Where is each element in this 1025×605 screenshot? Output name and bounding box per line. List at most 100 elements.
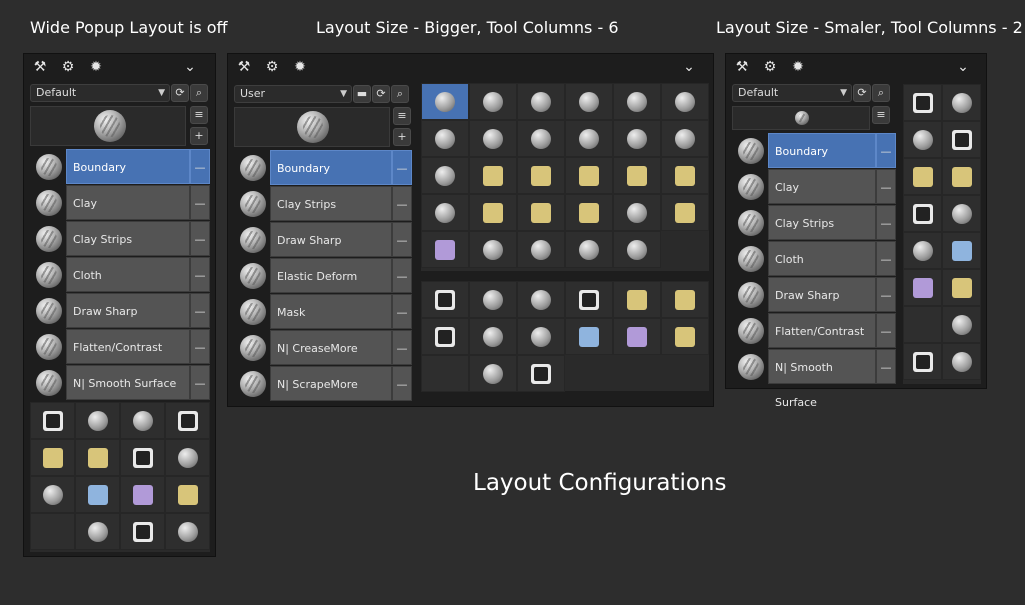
remove-brush-button[interactable]: —: [392, 222, 412, 257]
tool-cell[interactable]: [661, 157, 709, 194]
tool-cell[interactable]: [613, 120, 661, 157]
tool-cell[interactable]: [75, 476, 120, 513]
tool-cell[interactable]: [942, 269, 981, 306]
tool-settings-icon[interactable]: ⚒: [734, 59, 750, 75]
tool-cell[interactable]: [421, 231, 469, 268]
tool-cell[interactable]: [565, 120, 613, 157]
tool-cell[interactable]: [120, 439, 165, 476]
tool-cell[interactable]: [469, 231, 517, 268]
brush-item[interactable]: Cloth —: [30, 257, 210, 292]
remove-brush-button[interactable]: —: [876, 205, 896, 240]
search-button[interactable]: ⌕: [872, 84, 890, 102]
chevron-down-icon[interactable]: ⌄: [182, 59, 198, 75]
add-brush-button[interactable]: +: [393, 128, 411, 146]
tool-cell[interactable]: [75, 513, 120, 550]
tool-cell[interactable]: [469, 281, 517, 318]
brush-item[interactable]: Draw Sharp —: [732, 277, 896, 312]
remove-brush-button[interactable]: —: [392, 330, 412, 365]
search-button[interactable]: ⌕: [391, 85, 409, 103]
tool-cell[interactable]: [421, 83, 469, 120]
brush-item[interactable]: Clay Strips —: [234, 186, 412, 221]
tool-cell[interactable]: [421, 120, 469, 157]
refresh-button[interactable]: ⟳: [171, 84, 189, 102]
tool-cell[interactable]: [517, 281, 565, 318]
tool-cell[interactable]: [613, 194, 661, 231]
tool-cell[interactable]: [942, 195, 981, 232]
tool-settings-icon[interactable]: ⚒: [236, 59, 252, 75]
tool-cell[interactable]: [517, 231, 565, 268]
remove-brush-button[interactable]: —: [190, 221, 210, 256]
tool-cell[interactable]: [469, 318, 517, 355]
brush-item[interactable]: Clay Strips —: [30, 221, 210, 256]
tool-cell[interactable]: [942, 84, 981, 121]
remove-brush-button[interactable]: —: [392, 150, 412, 185]
brush-item[interactable]: Flatten/Contrast —: [30, 329, 210, 364]
brush-item[interactable]: Flatten/Contrast —: [732, 313, 896, 348]
tool-cell[interactable]: [565, 231, 613, 268]
tool-cell[interactable]: [903, 121, 942, 158]
brush-item[interactable]: Boundary —: [732, 133, 896, 168]
preset-dropdown[interactable]: User ▼: [234, 85, 352, 103]
tool-cell[interactable]: [661, 83, 709, 120]
gear-icon[interactable]: ✹: [292, 59, 308, 75]
tool-cell[interactable]: [421, 281, 469, 318]
tool-cell[interactable]: [165, 402, 210, 439]
tool-cell[interactable]: [903, 84, 942, 121]
tool-cell[interactable]: [903, 343, 942, 380]
tool-cell[interactable]: [120, 476, 165, 513]
brush-item[interactable]: Draw Sharp —: [30, 293, 210, 328]
tool-cell[interactable]: [517, 157, 565, 194]
tool-cell[interactable]: [903, 195, 942, 232]
brush-item[interactable]: N| CreaseMore —: [234, 330, 412, 365]
tool-cell[interactable]: [942, 306, 981, 343]
tool-cell[interactable]: [613, 318, 661, 355]
tool-cell[interactable]: [75, 439, 120, 476]
remove-brush-button[interactable]: —: [392, 366, 412, 401]
tool-cell[interactable]: [469, 157, 517, 194]
list-add-button[interactable]: ≡: [393, 107, 411, 125]
tool-cell[interactable]: [942, 121, 981, 158]
tool-cell[interactable]: [613, 281, 661, 318]
tool-cell[interactable]: [903, 158, 942, 195]
tool-cell[interactable]: [120, 402, 165, 439]
tool-cell[interactable]: [469, 120, 517, 157]
tool-cell[interactable]: [517, 120, 565, 157]
remove-brush-button[interactable]: —: [190, 293, 210, 328]
tool-cell[interactable]: [661, 318, 709, 355]
tool-cell[interactable]: [942, 158, 981, 195]
brush-item[interactable]: Clay Strips —: [732, 205, 896, 240]
tool-cell[interactable]: [565, 83, 613, 120]
chevron-down-icon[interactable]: ⌄: [681, 59, 697, 75]
tool-cell[interactable]: [30, 402, 75, 439]
tool-cell[interactable]: [517, 83, 565, 120]
gear-icon[interactable]: ✹: [790, 59, 806, 75]
tool-cell[interactable]: [661, 281, 709, 318]
brush-item[interactable]: Draw Sharp —: [234, 222, 412, 257]
brush-settings-icon[interactable]: ⚙: [762, 59, 778, 75]
tool-cell[interactable]: [903, 306, 942, 343]
tool-cell[interactable]: [517, 194, 565, 231]
remove-brush-button[interactable]: —: [190, 149, 210, 184]
tool-cell[interactable]: [942, 232, 981, 269]
tool-cell[interactable]: [469, 194, 517, 231]
refresh-button[interactable]: ⟳: [372, 85, 390, 103]
brush-item[interactable]: Clay —: [732, 169, 896, 204]
tool-cell[interactable]: [613, 231, 661, 268]
brush-item[interactable]: Clay —: [30, 185, 210, 220]
tool-cell[interactable]: [903, 232, 942, 269]
brush-item[interactable]: Boundary —: [30, 149, 210, 184]
tool-cell[interactable]: [165, 439, 210, 476]
remove-brush-button[interactable]: —: [876, 133, 896, 168]
remove-brush-button[interactable]: —: [876, 313, 896, 348]
tool-cell[interactable]: [421, 318, 469, 355]
add-brush-button[interactable]: +: [190, 127, 208, 145]
tool-cell[interactable]: [120, 513, 165, 550]
preset-dropdown[interactable]: Default ▼: [30, 84, 170, 102]
brush-item[interactable]: Boundary —: [234, 150, 412, 185]
remove-brush-button[interactable]: —: [876, 169, 896, 204]
refresh-button[interactable]: ⟳: [853, 84, 871, 102]
tool-cell[interactable]: [661, 120, 709, 157]
remove-brush-button[interactable]: —: [190, 329, 210, 364]
tool-cell[interactable]: [661, 194, 709, 231]
brush-item[interactable]: N| ScrapeMore —: [234, 366, 412, 401]
